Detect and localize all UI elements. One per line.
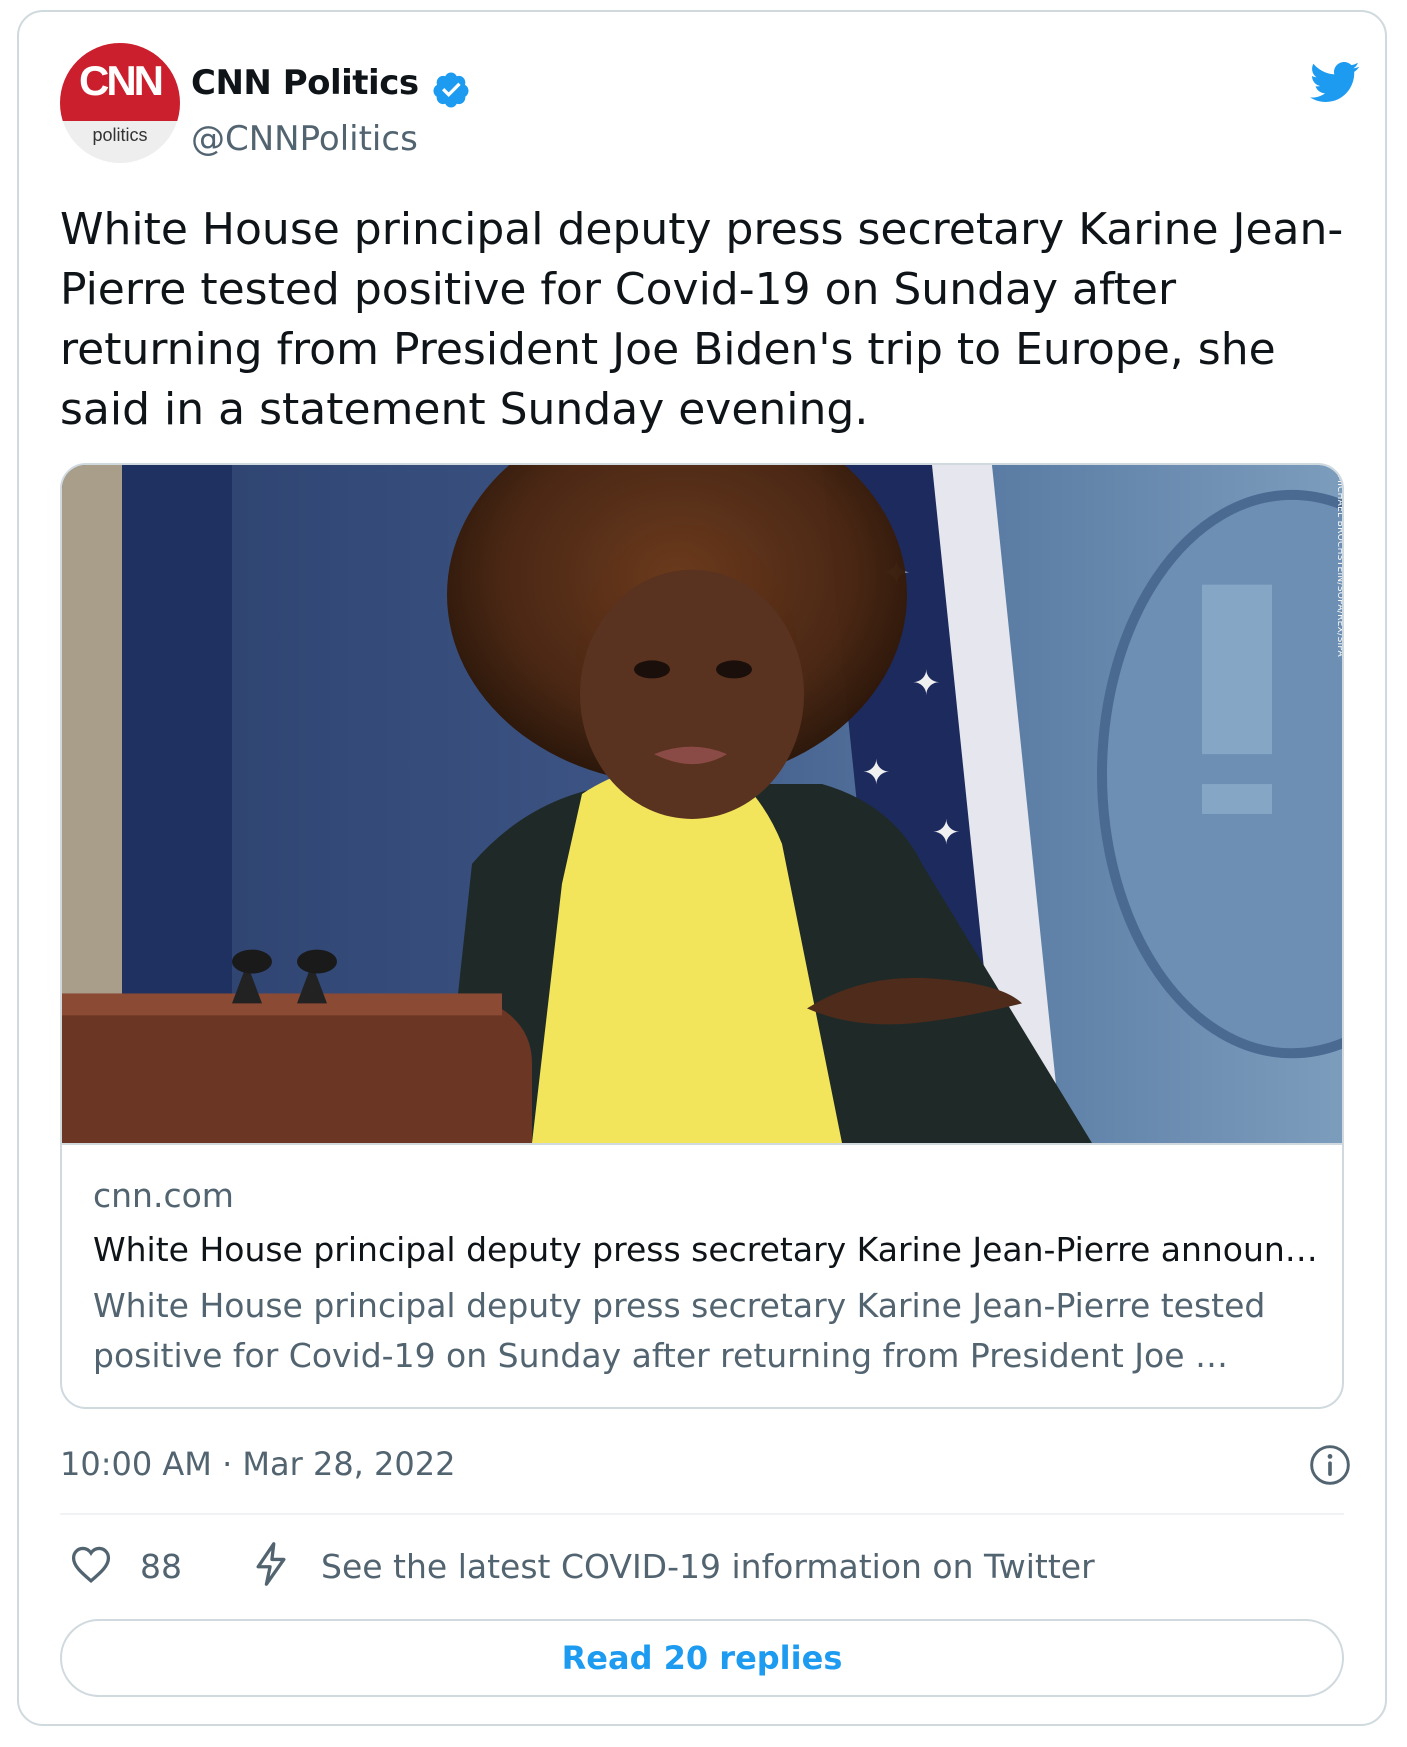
heart-icon[interactable] — [69, 1542, 113, 1586]
tweet-text: White House principal deputy press secre… — [60, 204, 1344, 435]
svg-text:✦: ✦ — [912, 663, 940, 703]
link-description: White House principal deputy press secre… — [93, 1286, 1266, 1375]
verified-badge-icon — [433, 72, 469, 108]
tweet-timestamp[interactable]: 10:00 AM · Mar 28, 2022 — [60, 1443, 455, 1485]
author-handle[interactable]: @CNNPolitics — [191, 118, 418, 160]
tweet-card: CNN politics CNN Politics @CNNPolitics W… — [17, 10, 1387, 1726]
divider — [60, 1513, 1344, 1515]
photo-credit: MICHAEL BROCHSTEIN/SOPA/REX/SIPA — [1335, 475, 1344, 658]
lightning-bolt-icon — [256, 1542, 286, 1586]
svg-text:✦: ✦ — [932, 813, 960, 853]
avatar[interactable]: CNN politics — [60, 43, 180, 163]
link-preview-photo[interactable]: ✦ ✦ ✦ ✦ ✦ MICHAEL BR — [62, 465, 1344, 1145]
read-replies-button[interactable]: Read 20 replies — [60, 1619, 1344, 1697]
link-title: White House principal deputy press secre… — [93, 1230, 1318, 1269]
covid-info-link[interactable]: See the latest COVID-19 information on T… — [321, 1546, 1095, 1588]
like-count[interactable]: 88 — [140, 1546, 182, 1588]
avatar-sub-text: politics — [92, 125, 148, 145]
info-icon[interactable] — [1308, 1443, 1352, 1487]
author-name[interactable]: CNN Politics — [191, 62, 419, 104]
link-domain: cnn.com — [93, 1176, 234, 1215]
twitter-bird-icon[interactable] — [1305, 56, 1363, 108]
svg-text:✦: ✦ — [862, 753, 890, 793]
link-preview-card[interactable]: ✦ ✦ ✦ ✦ ✦ MICHAEL BR — [60, 463, 1344, 1409]
press-briefing-photo: ✦ ✦ ✦ ✦ ✦ — [62, 465, 1342, 1143]
avatar-logo-text: CNN — [79, 57, 164, 104]
